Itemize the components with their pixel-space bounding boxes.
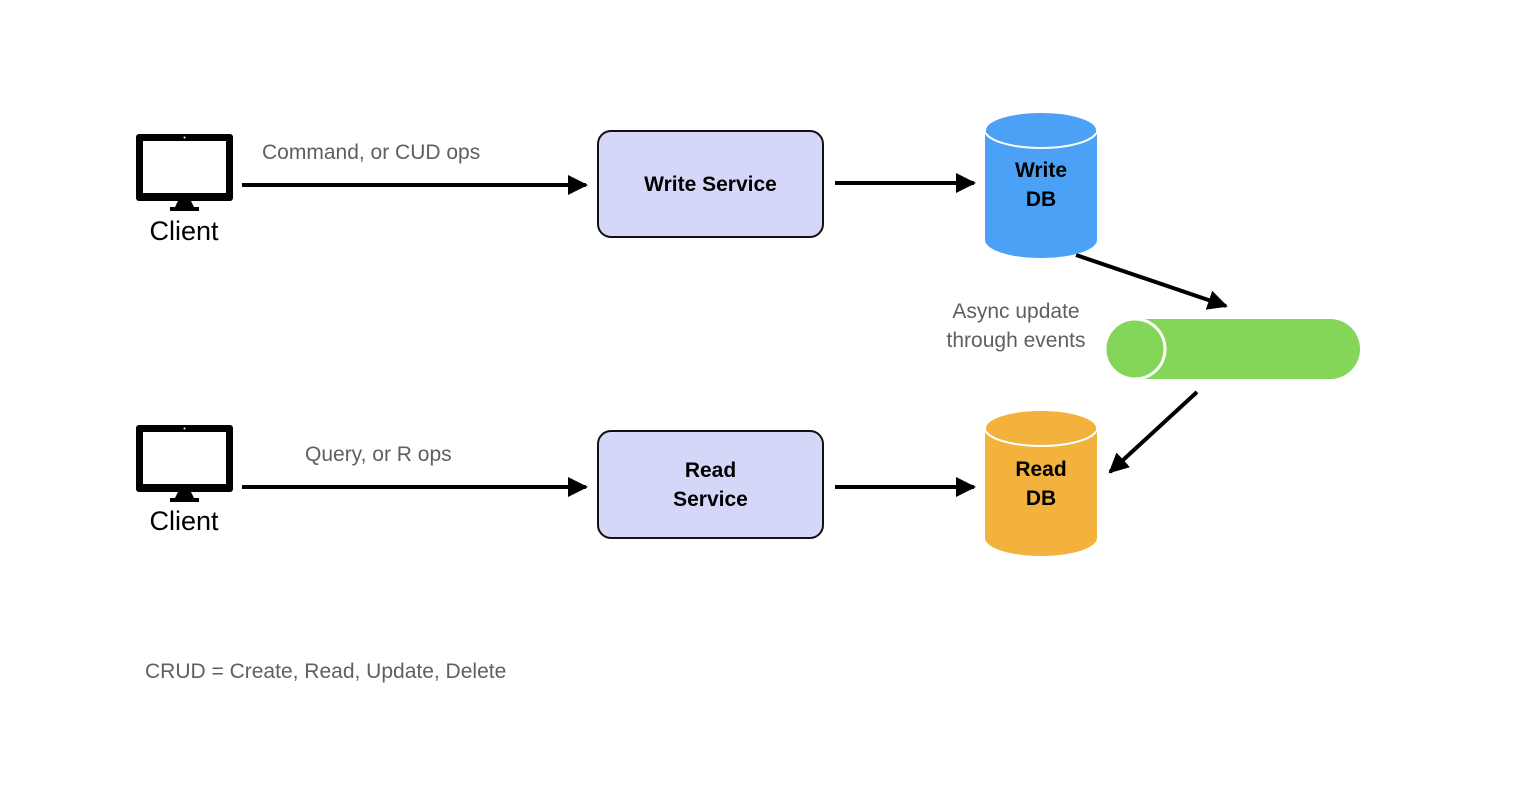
write-db-label: Write DB bbox=[985, 156, 1097, 214]
command-edge-label: Command, or CUD ops bbox=[262, 141, 481, 164]
event-bus-queue-icon[interactable] bbox=[1103, 317, 1360, 381]
client-bottom-label: Client bbox=[149, 506, 219, 536]
crud-legend-note: CRUD = Create, Read, Update, Delete bbox=[145, 660, 507, 683]
read-db-label: Read DB bbox=[985, 455, 1097, 513]
read-service-label-line1: Read bbox=[684, 458, 737, 482]
async-update-label: Async update through events bbox=[932, 297, 1100, 355]
monitor-icon bbox=[136, 425, 233, 502]
query-edge-label: Query, or R ops bbox=[305, 443, 452, 466]
event-bus-to-read-db-arrow bbox=[1108, 390, 1199, 474]
write-db-label-line2: DB bbox=[1025, 188, 1057, 211]
read-service-node[interactable]: Read Service bbox=[597, 430, 824, 539]
async-update-label-line2: through events bbox=[946, 329, 1086, 352]
read-service-label-line2: Service bbox=[673, 487, 748, 511]
monitor-icon bbox=[136, 134, 233, 211]
read-db-label-line2: DB bbox=[1025, 487, 1057, 510]
read-db-label-line1: Read bbox=[1015, 458, 1067, 481]
write-service-label: Write Service bbox=[644, 172, 777, 196]
client-top-label: Client bbox=[149, 216, 219, 246]
async-update-label-line1: Async update bbox=[952, 300, 1080, 323]
write-db-label-line1: Write bbox=[1014, 159, 1068, 182]
write-service-node[interactable]: Write Service bbox=[597, 130, 824, 238]
